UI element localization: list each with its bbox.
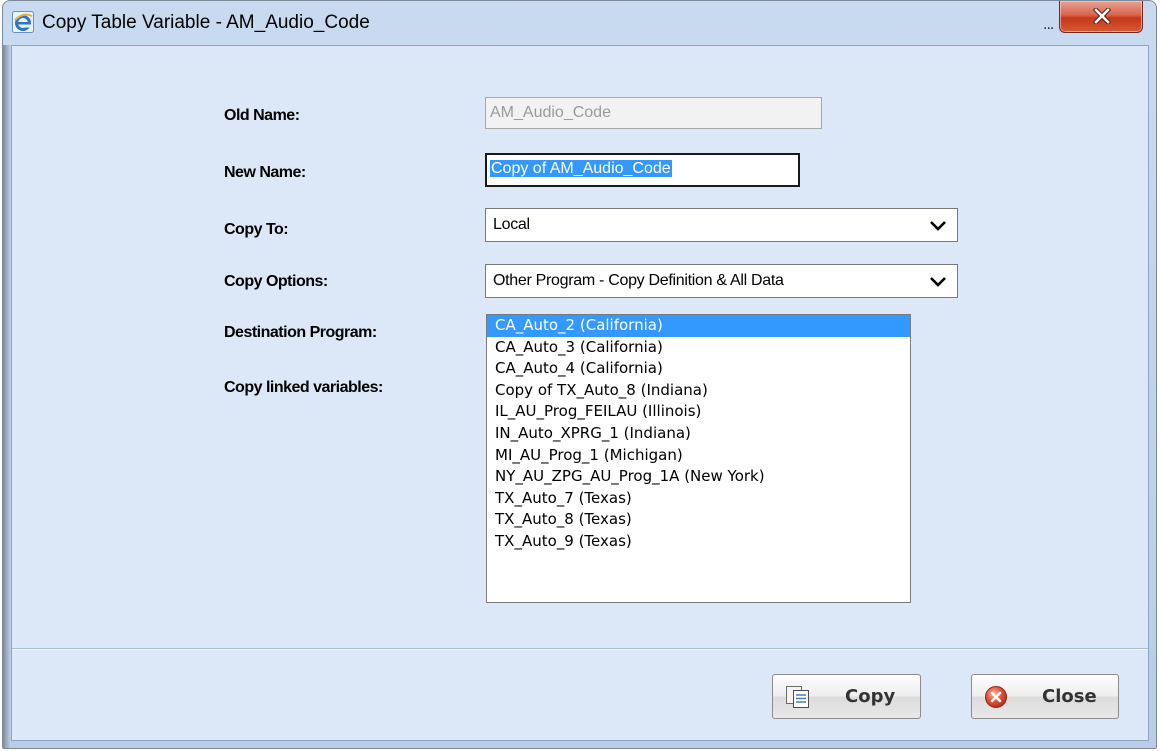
copy-pages-icon	[785, 685, 811, 714]
destination-option[interactable]: CA_Auto_2 (California)	[487, 315, 910, 337]
destination-option[interactable]: MI_AU_Prog_1 (Michigan)	[487, 445, 910, 467]
close-button-label: Close	[1042, 686, 1097, 707]
destination-option[interactable]: CA_Auto_4 (California)	[487, 358, 910, 380]
chevron-down-icon	[930, 221, 946, 231]
copy-options-value: Other Program - Copy Definition & All Da…	[493, 272, 784, 289]
copy-button-label: Copy	[845, 686, 896, 707]
destination-option[interactable]: IN_Auto_XPRG_1 (Indiana)	[487, 423, 910, 445]
ie-browser-icon	[12, 11, 34, 33]
new-name-label: New Name:	[224, 164, 306, 181]
destination-option[interactable]: TX_Auto_8 (Texas)	[487, 509, 910, 531]
copy-to-label: Copy To:	[224, 221, 289, 238]
new-name-field[interactable]: Copy of AM_Audio_Code	[485, 153, 800, 187]
old-name-label: Old Name:	[224, 107, 300, 124]
copy-options-label: Copy Options:	[224, 273, 328, 290]
dialog-window: Copy Table Variable - AM_Audio_Code ... …	[2, 0, 1157, 749]
new-name-value: Copy of AM_Audio_Code	[490, 160, 672, 177]
copy-linked-variables-label: Copy linked variables:	[224, 379, 383, 396]
close-circle-icon	[984, 685, 1008, 714]
destination-option[interactable]: IL_AU_Prog_FEILAU (Illinois)	[487, 401, 910, 423]
destination-program-listbox[interactable]: CA_Auto_2 (California) CA_Auto_3 (Califo…	[486, 314, 911, 603]
destination-option[interactable]: TX_Auto_7 (Texas)	[487, 488, 910, 510]
destination-option[interactable]: CA_Auto_3 (California)	[487, 337, 910, 359]
destination-option[interactable]: Copy of TX_Auto_8 (Indiana)	[487, 380, 910, 402]
close-x-icon	[1093, 8, 1111, 24]
copy-to-value: Local	[493, 216, 530, 233]
copy-to-select[interactable]: Local	[485, 208, 958, 242]
destination-option[interactable]: TX_Auto_9 (Texas)	[487, 531, 910, 553]
destination-option[interactable]: NY_AU_ZPG_AU_Prog_1A (New York)	[487, 466, 910, 488]
chevron-down-icon	[930, 277, 946, 287]
copy-button[interactable]: Copy	[772, 674, 921, 719]
window-close-button[interactable]	[1059, 1, 1143, 33]
destination-program-label: Destination Program:	[224, 324, 377, 341]
old-name-field: AM_Audio_Code	[485, 97, 822, 129]
title-overflow-indicator: ...	[1043, 17, 1054, 33]
window-title: Copy Table Variable - AM_Audio_Code	[42, 12, 370, 33]
copy-options-select[interactable]: Other Program - Copy Definition & All Da…	[485, 264, 958, 298]
dialog-content: Old Name: AM_Audio_Code New Name: Copy o…	[11, 45, 1149, 741]
close-button[interactable]: Close	[971, 674, 1119, 719]
window-frame-left	[3, 45, 11, 748]
footer-separator	[12, 648, 1148, 650]
title-bar[interactable]: Copy Table Variable - AM_Audio_Code ...	[3, 1, 1156, 45]
